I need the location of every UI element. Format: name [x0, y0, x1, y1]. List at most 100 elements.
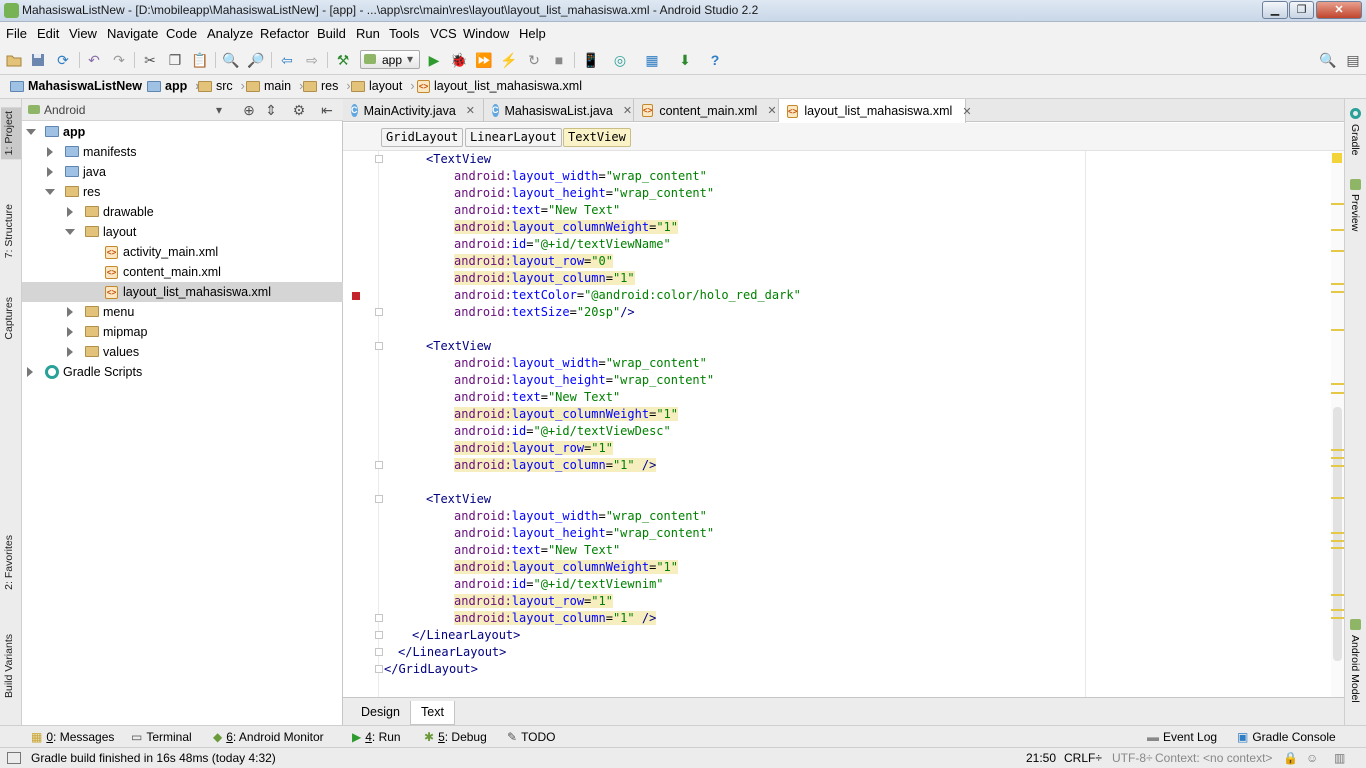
hide-panel-icon[interactable]: ⇤ — [318, 101, 336, 119]
tree-item-values[interactable]: values — [22, 342, 343, 362]
breadcrumb-app[interactable]: app› — [147, 79, 199, 93]
menu-view[interactable]: View — [69, 26, 97, 41]
tool-tab-favorites[interactable]: 2: Favorites — [3, 535, 15, 590]
fold-marker[interactable] — [375, 461, 383, 469]
tool-event-log[interactable]: ▬ Event Log — [1147, 730, 1217, 744]
paste-icon[interactable]: 📋 — [191, 51, 209, 69]
fold-marker[interactable] — [375, 648, 383, 656]
tree-item-layout-list-mahasiswa[interactable]: <> layout_list_mahasiswa.xml — [22, 282, 343, 302]
menu-navigate[interactable]: Navigate — [107, 26, 158, 41]
tool-tab-captures[interactable]: Captures — [3, 297, 15, 340]
minimize-button[interactable]: ▁ — [1262, 1, 1288, 19]
tool-tab-android-model[interactable]: Android Model — [1349, 635, 1361, 703]
fold-marker[interactable] — [375, 155, 383, 163]
project-structure-icon[interactable]: ▦ — [643, 51, 661, 69]
stop-icon[interactable]: ■ — [550, 51, 568, 69]
sync-icon[interactable]: ⟳ — [54, 51, 72, 69]
close-button[interactable]: ✕ — [1316, 1, 1362, 19]
breadcrumb-project[interactable]: MahasiswaListNew› — [10, 79, 154, 93]
scrollbar-thumb[interactable] — [1333, 407, 1342, 661]
status-message[interactable]: Gradle build finished in 16s 48ms (today… — [31, 751, 276, 765]
tree-item-mipmap[interactable]: mipmap — [22, 322, 343, 342]
apply-changes-icon[interactable]: ⚡ — [500, 51, 518, 69]
tool-gradle-console[interactable]: ▣ Gradle Console — [1237, 730, 1336, 744]
run-configuration-select[interactable]: app ▾ — [360, 50, 420, 69]
tree-item-layout[interactable]: layout — [22, 222, 343, 242]
menu-run[interactable]: Run — [356, 26, 380, 41]
fold-marker[interactable] — [375, 495, 383, 503]
rerun-icon[interactable]: ↻ — [525, 51, 543, 69]
back-icon[interactable]: ⇦ — [278, 51, 296, 69]
xml-crumb-textview[interactable]: TextView — [563, 128, 631, 147]
menu-refactor[interactable]: Refactor — [260, 26, 309, 41]
inspector-icon[interactable]: ☺ — [1306, 751, 1318, 765]
caret-position[interactable]: 21:50 — [1026, 751, 1056, 765]
redo-icon[interactable]: ↷ — [110, 51, 128, 69]
help-icon[interactable]: ? — [706, 51, 724, 69]
tree-item-gradle-scripts[interactable]: Gradle Scripts — [22, 362, 343, 382]
tree-item-activity-main[interactable]: <> activity_main.xml — [22, 242, 343, 262]
menu-vcs[interactable]: VCS — [430, 26, 457, 41]
close-icon[interactable]: ✕ — [767, 104, 776, 117]
menu-code[interactable]: Code — [166, 26, 197, 41]
breakpoint-marker[interactable] — [352, 292, 360, 300]
tab-design[interactable]: Design — [351, 701, 410, 725]
menu-file[interactable]: File — [6, 26, 27, 41]
breadcrumb-main[interactable]: main › — [246, 79, 303, 93]
code-editor[interactable]: <TextView android:layout_width="wrap_cont… — [343, 151, 1344, 697]
run-icon[interactable]: ▶ — [425, 51, 443, 69]
context-indicator[interactable]: Context: <no context> — [1155, 751, 1272, 765]
tool-android-monitor[interactable]: ◆ 6: Android Monitor — [213, 730, 324, 744]
tree-item-java[interactable]: java — [22, 162, 343, 182]
tool-windows-toggle-icon[interactable] — [7, 752, 21, 764]
breadcrumb-file[interactable]: <> layout_list_mahasiswa.xml — [417, 79, 582, 93]
tab-main-activity[interactable]: C MainActivity.java ✕ — [343, 99, 484, 122]
tree-item-manifests[interactable]: manifests — [22, 142, 343, 162]
layout-icon[interactable]: ▤ — [1344, 51, 1362, 69]
fold-marker[interactable] — [375, 665, 383, 673]
tool-tab-build-variants[interactable]: Build Variants — [3, 634, 15, 698]
cut-icon[interactable]: ✂ — [141, 51, 159, 69]
tool-tab-preview[interactable]: Preview — [1349, 194, 1361, 231]
tool-tab-gradle[interactable]: Gradle — [1349, 124, 1361, 156]
tool-messages[interactable]: ▦ 0: Messages — [31, 730, 114, 744]
menu-build[interactable]: Build — [317, 26, 346, 41]
close-icon[interactable]: ✕ — [466, 104, 475, 117]
tree-item-app[interactable]: app — [22, 122, 343, 142]
tree-item-drawable[interactable]: drawable — [22, 202, 343, 222]
memory-icon[interactable]: ▥ — [1334, 751, 1345, 765]
tab-mahasiswa-list[interactable]: C MahasiswaList.java ✕ — [484, 99, 634, 122]
close-icon[interactable]: ✕ — [623, 104, 632, 117]
avd-manager-icon[interactable]: 📱 — [582, 51, 600, 69]
scroll-from-source-icon[interactable]: ⊕ — [240, 101, 258, 119]
sync-gradle-icon[interactable]: ◎ — [611, 51, 629, 69]
replace-icon[interactable]: 🔎 — [247, 51, 265, 69]
find-icon[interactable]: 🔍 — [222, 51, 240, 69]
make-project-icon[interactable]: ⚒ — [334, 51, 352, 69]
file-encoding[interactable]: UTF-8÷ — [1112, 751, 1153, 765]
copy-icon[interactable]: ❐ — [166, 51, 184, 69]
menu-edit[interactable]: Edit — [37, 26, 59, 41]
menu-analyze[interactable]: Analyze — [207, 26, 253, 41]
menu-window[interactable]: Window — [463, 26, 509, 41]
menu-tools[interactable]: Tools — [389, 26, 419, 41]
fold-marker[interactable] — [375, 614, 383, 622]
lock-icon[interactable]: 🔒 — [1283, 751, 1298, 765]
open-folder-icon[interactable] — [5, 51, 23, 69]
breadcrumb-layout[interactable]: layout › — [351, 79, 415, 93]
editor-scrollbar[interactable] — [1331, 151, 1344, 697]
tool-tab-project[interactable]: 1: Project — [1, 107, 21, 160]
tool-terminal[interactable]: ▭ Terminal — [131, 730, 192, 744]
tool-debug[interactable]: ✱ 5: Debug — [424, 730, 487, 744]
tree-item-content-main[interactable]: <> content_main.xml — [22, 262, 343, 282]
xml-crumb-gridlayout[interactable]: GridLayout — [381, 128, 464, 147]
xml-crumb-linearlayout[interactable]: LinearLayout — [465, 128, 562, 147]
settings-gear-icon[interactable]: ⚙ — [290, 101, 308, 119]
attach-debugger-icon[interactable]: ⏩ — [475, 51, 493, 69]
tab-content-main[interactable]: <> content_main.xml ✕ — [634, 99, 779, 122]
maximize-button[interactable]: ❐ — [1289, 1, 1314, 19]
debug-icon[interactable]: 🐞 — [450, 51, 468, 69]
line-separator[interactable]: CRLF÷ — [1064, 751, 1102, 765]
close-icon[interactable]: ✕ — [962, 105, 971, 118]
tool-run[interactable]: ▶ 4: Run — [352, 730, 401, 744]
